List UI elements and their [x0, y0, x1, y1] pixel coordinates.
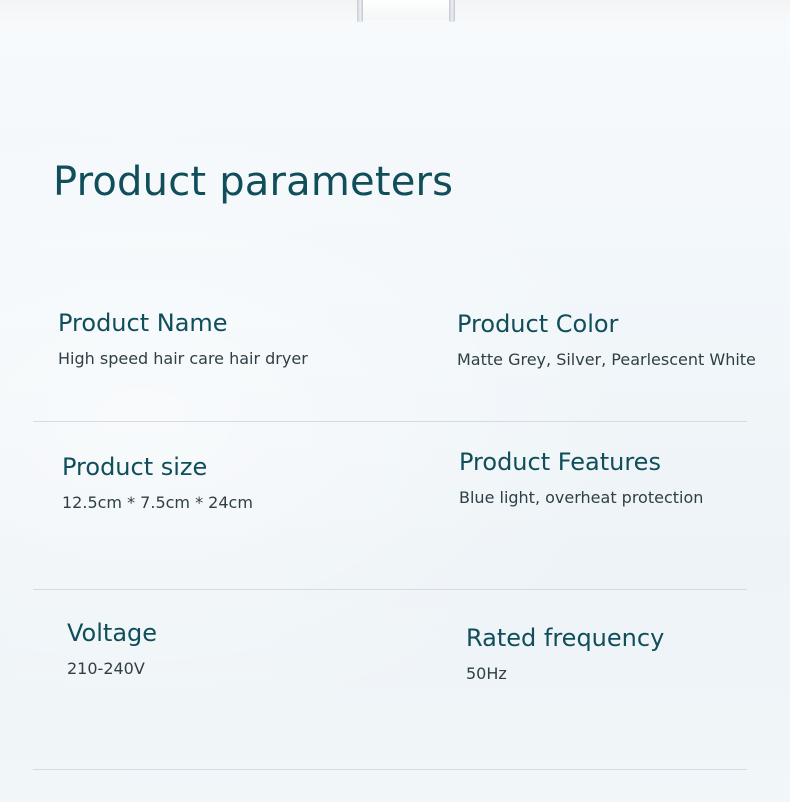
product-image-top-strip: [0, 0, 790, 22]
row-divider: [33, 769, 747, 770]
param-label: Voltage: [67, 619, 158, 647]
param-value: 210-240V: [67, 659, 145, 678]
row-divider: [33, 589, 747, 590]
param-product-size: Product size 12.5cm * 7.5cm * 24cm: [62, 452, 253, 513]
param-label: Rated frequency: [466, 624, 665, 652]
param-value: 50Hz: [466, 664, 507, 683]
row-divider: [33, 421, 747, 422]
param-product-color: Product Color Matte Grey, Silver, Pearle…: [457, 309, 756, 370]
param-voltage: Voltage 210-240V: [67, 618, 157, 679]
page-title: Product parameters: [53, 159, 454, 205]
hair-dryer-edge-right: [449, 0, 455, 22]
hair-dryer-bottom-image: [363, 0, 449, 20]
param-value: 12.5cm * 7.5cm * 24cm: [62, 493, 253, 512]
param-label: Product Color: [457, 310, 619, 338]
param-value: Matte Grey, Silver, Pearlescent White: [457, 350, 756, 369]
param-product-features: Product Features Blue light, overheat pr…: [459, 447, 703, 508]
param-value: High speed hair care hair dryer: [58, 349, 308, 368]
param-rated-frequency: Rated frequency 50Hz: [466, 623, 664, 684]
param-label: Product Features: [459, 448, 661, 476]
param-product-name: Product Name High speed hair care hair d…: [58, 308, 308, 369]
param-label: Product size: [62, 453, 208, 481]
param-value: Blue light, overheat protection: [459, 488, 704, 507]
param-label: Product Name: [58, 309, 228, 337]
